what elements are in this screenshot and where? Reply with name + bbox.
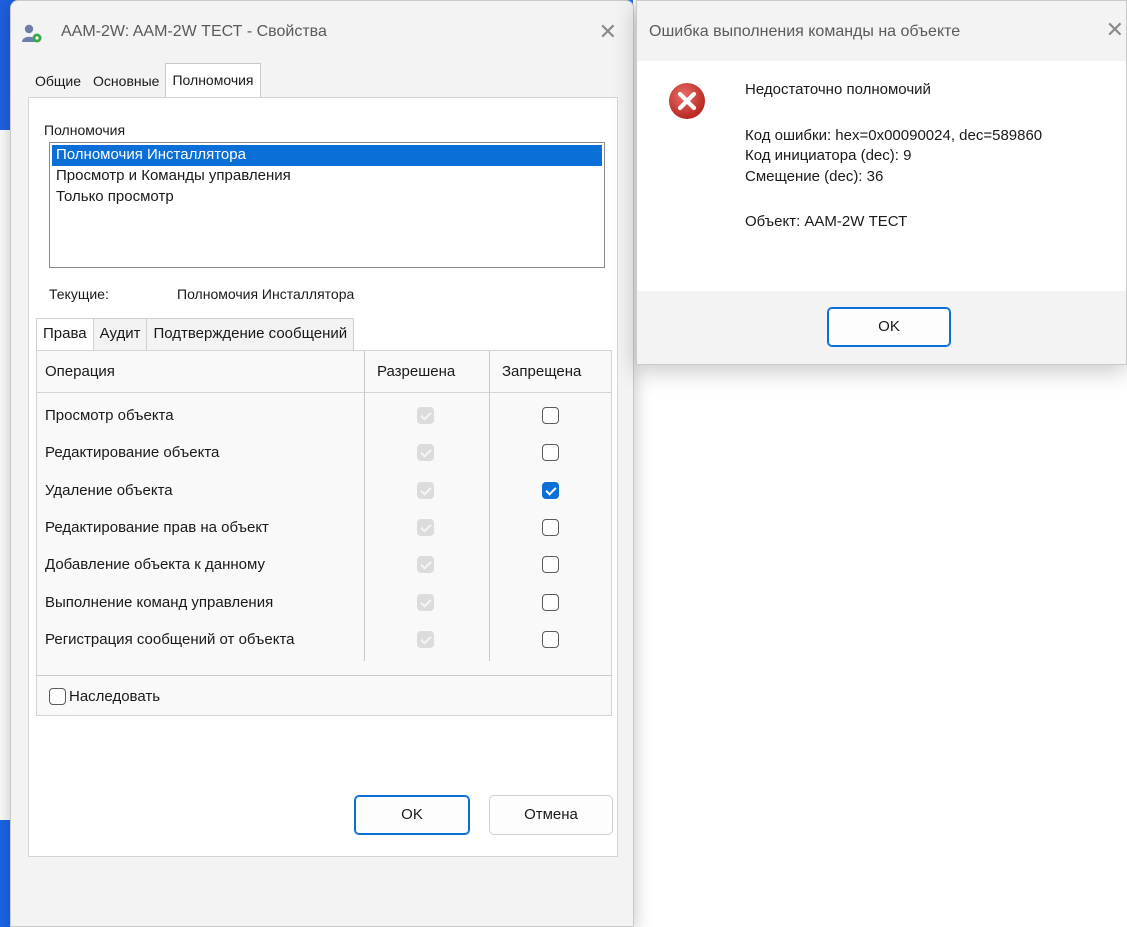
denied-checkbox[interactable] [542,444,559,462]
allowed-checkbox[interactable] [417,518,434,536]
table-header: Операция Разрешена Запрещена [37,351,611,393]
current-value: Полномочия Инсталлятора [177,286,355,302]
operation-label: Регистрация сообщений от объекта [45,630,295,648]
error-ok-button[interactable]: OK [827,307,951,347]
error-dialog-body: Недостаточно полномочий Код ошибки: hex=… [637,61,1126,291]
allowed-checkbox[interactable] [417,481,434,499]
close-icon[interactable]: ✕ [1106,17,1124,43]
denied-checkbox[interactable] [542,407,559,424]
list-item-view-only[interactable]: Только просмотр [52,187,602,208]
cancel-button[interactable]: Отмена [489,795,613,835]
rights-table: Операция Разрешена Запрещена Просмотр об… [36,350,612,716]
properties-tabs: Общие Основные Полномочия [29,63,261,99]
tab-message-confirmation[interactable]: Подтверждение сообщений [146,318,355,350]
error-object: Объект: AAM-2W ТЕСТ [745,213,908,230]
properties-titlebar: AAM-2W: AAM-2W ТЕСТ - Свойства ✕ [11,1,633,61]
column-header-operation: Операция [45,363,115,380]
list-item-installer[interactable]: Полномочия Инсталлятора [52,145,602,166]
table-row: Просмотр объекта [37,398,611,435]
inherit-label[interactable]: Наследовать [69,688,160,705]
error-dialog: Ошибка выполнения команды на объекте ✕ Н… [636,0,1127,365]
properties-title: AAM-2W: AAM-2W ТЕСТ - Свойства [61,23,327,40]
error-code: Код ошибки: hex=0x00090024, dec=589860 [745,127,1043,144]
tab-rights[interactable]: Права [36,318,94,350]
denied-checkbox[interactable] [542,556,559,574]
allowed-checkbox[interactable] [417,407,434,424]
permissions-label: Полномочия [44,122,126,138]
tab-audit[interactable]: Аудит [92,318,148,350]
table-row: Выполнение команд управления [37,585,611,622]
operation-label: Редактирование объекта [45,444,220,462]
permissions-panel: Полномочия Полномочия Инсталлятора Просм… [28,97,618,857]
operation-label: Удаление объекта [45,481,173,499]
inherit-row: Наследовать [37,675,611,717]
error-message: Недостаточно полномочий [745,81,931,98]
initiator-code: Код инициатора (dec): 9 [745,147,912,164]
user-settings-icon [22,24,42,43]
offset-value: Смещение (dec): 36 [745,168,884,185]
list-item-view-commands[interactable]: Просмотр и Команды управления [52,166,602,187]
error-dialog-title: Ошибка выполнения команды на объекте [649,23,961,40]
table-row: Редактирование прав на объект [37,510,611,547]
error-icon [669,83,705,119]
operation-label: Редактирование прав на объект [45,518,269,536]
denied-checkbox[interactable] [542,630,559,648]
permissions-listbox[interactable]: Полномочия Инсталлятора Просмотр и Коман… [49,142,605,268]
ok-button[interactable]: OK [354,795,470,835]
denied-checkbox[interactable] [542,518,559,536]
rights-subtabs: Права Аудит Подтверждение сообщений [36,318,355,350]
table-row: Регистрация сообщений от объекта [37,622,611,659]
operation-label: Добавление объекта к данному [45,556,265,574]
operation-label: Выполнение команд управления [45,593,274,611]
denied-checkbox[interactable] [542,481,559,499]
column-header-denied: Запрещена [502,363,582,380]
table-row: Удаление объекта [37,473,611,510]
operation-label: Просмотр объекта [45,407,174,424]
allowed-checkbox[interactable] [417,593,434,611]
current-label: Текущие: [49,286,109,302]
tab-permissions[interactable]: Полномочия [165,63,261,99]
column-header-allowed: Разрешена [377,363,456,380]
close-icon[interactable]: ✕ [599,19,617,45]
tab-main[interactable]: Основные [87,63,165,99]
denied-checkbox[interactable] [542,593,559,611]
tab-general[interactable]: Общие [29,63,87,99]
properties-window: AAM-2W: AAM-2W ТЕСТ - Свойства ✕ Общие О… [10,0,634,927]
allowed-checkbox[interactable] [417,444,434,462]
table-row: Добавление объекта к данному [37,547,611,584]
allowed-checkbox[interactable] [417,630,434,648]
table-row: Редактирование объекта [37,435,611,472]
allowed-checkbox[interactable] [417,556,434,574]
inherit-checkbox[interactable] [49,688,66,705]
